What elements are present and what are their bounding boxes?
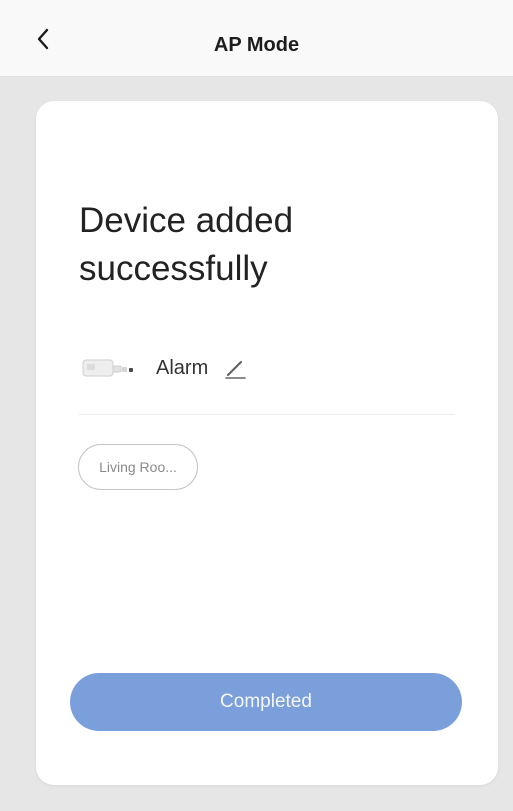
edit-name-button[interactable] [222, 355, 248, 381]
room-chip[interactable]: Living Roo... [78, 444, 198, 490]
alarm-device-icon [82, 359, 133, 377]
device-row: Alarm [82, 354, 248, 382]
page-title: AP Mode [213, 34, 300, 56]
completed-button[interactable]: Completed [70, 673, 462, 731]
device-name: Alarm [156, 356, 209, 379]
pencil-icon [225, 360, 247, 379]
success-headline: Device added successfully [79, 201, 294, 288]
success-card: Device added successfully Alarm Living R… [36, 101, 498, 785]
divider [79, 414, 455, 415]
top-bar: AP Mode [0, 0, 513, 77]
